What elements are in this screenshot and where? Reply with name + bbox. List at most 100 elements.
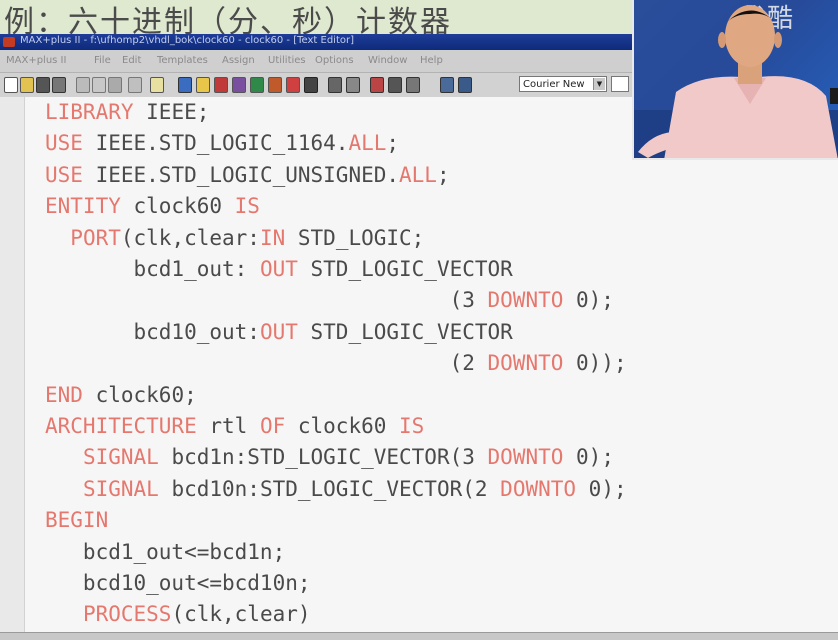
code-line-4: ENTITY clock60 IS — [45, 191, 260, 222]
help-icon[interactable] — [150, 77, 164, 93]
project-save-check-icon[interactable] — [370, 77, 384, 93]
code-line-8: bcd10_out:OUT STD_LOGIC_VECTOR — [45, 317, 513, 348]
code-keyword: END — [45, 382, 83, 407]
presenter-image — [634, 5, 838, 158]
code-text: clock60; — [82, 382, 197, 407]
code-text: (clk,clear: — [120, 225, 260, 250]
code-line-14: BEGIN — [45, 505, 108, 536]
menu-bar: MAX+plus II File Edit Templates Assign U… — [0, 50, 632, 73]
code-line-16: bcd10_out<=bcd10n; — [45, 568, 311, 599]
symbol-editor-icon[interactable] — [304, 77, 318, 93]
code-text: 0); — [563, 445, 614, 470]
code-text: STD_LOGIC; — [285, 225, 425, 250]
menu-max-plus[interactable]: MAX+plus II — [6, 55, 66, 66]
text-editor[interactable]: LIBRARY IEEE; USE IEEE.STD_LOGIC_1164. ALL… — [0, 97, 838, 639]
code-text: bcd1_out: — [45, 257, 260, 281]
project-save-simulate-icon[interactable] — [406, 77, 420, 93]
cut-icon[interactable] — [76, 77, 90, 93]
code-text: IEEE; — [133, 100, 210, 124]
project-set-icon[interactable] — [440, 77, 454, 93]
copy-icon[interactable] — [92, 77, 106, 93]
window-titlebar[interactable]: MAX+plus II - f:\ufhomp2\vhdl_bok\clock6… — [0, 34, 632, 50]
code-text: (2 — [45, 351, 488, 376]
graphic-editor-icon[interactable] — [286, 77, 300, 93]
floorplan-icon[interactable] — [268, 77, 282, 93]
code-keyword: DOWNTO — [487, 288, 564, 313]
hierarchy-icon[interactable] — [178, 77, 192, 93]
code-text: clock60 — [120, 194, 235, 219]
program-icon[interactable] — [250, 77, 264, 93]
code-line-15: bcd1_out<=bcd1n; — [45, 537, 285, 568]
code-keyword: ALL — [399, 162, 437, 187]
menu-file[interactable]: File — [94, 55, 111, 66]
code-text: bcd10n:STD_LOGIC_VECTOR(2 — [158, 476, 501, 501]
code-line-9: (2 DOWNTO 0)); — [45, 348, 627, 379]
code-keyword: IS — [399, 414, 425, 438]
code-line-7: (3 DOWNTO 0); — [45, 285, 614, 316]
menu-help[interactable]: Help — [420, 55, 443, 66]
editor-gutter — [0, 97, 25, 639]
menu-utilities[interactable]: Utilities — [268, 55, 306, 66]
project-save-compile-icon[interactable] — [388, 77, 402, 93]
code-keyword: ARCHITECTURE — [45, 414, 197, 438]
code-keyword: SIGNAL — [82, 445, 159, 470]
code-keyword: OF — [259, 414, 286, 438]
code-keyword: OUT — [259, 257, 298, 281]
code-keyword: SIGNAL — [82, 476, 159, 501]
waveform-editor-icon[interactable] — [346, 77, 360, 93]
webcam-overlay: 优酷 — [632, 0, 838, 160]
menu-assign[interactable]: Assign — [222, 55, 255, 66]
project-top-icon[interactable] — [458, 77, 472, 93]
code-text: IEEE.STD_LOGIC_1164. — [82, 131, 349, 156]
code-text: rtl — [196, 414, 260, 438]
font-name-select[interactable]: Courier New ▼ — [519, 76, 607, 92]
code-text: 0)); — [563, 351, 627, 376]
code-line-3: USE IEEE.STD_LOGIC_UNSIGNED.ALL; — [45, 160, 450, 191]
save-icon[interactable] — [36, 77, 50, 93]
open-file-icon[interactable] — [20, 77, 34, 93]
code-keyword: ENTITY — [45, 194, 121, 219]
code-text: (3 — [45, 288, 488, 313]
code-line-5: PORT(clk,clear:IN STD_LOGIC; — [45, 223, 424, 254]
code-text: STD_LOGIC_VECTOR — [297, 257, 513, 281]
code-line-1: LIBRARY IEEE; — [45, 97, 209, 128]
menu-window[interactable]: Window — [368, 55, 407, 66]
code-keyword: DOWNTO — [487, 445, 564, 470]
print-icon[interactable] — [52, 77, 66, 93]
timing-icon[interactable] — [232, 77, 246, 93]
code-text: bcd10_out: — [45, 319, 260, 344]
code-keyword: DOWNTO — [500, 476, 577, 501]
code-line-6: bcd1_out: OUT STD_LOGIC_VECTOR — [45, 254, 513, 285]
chevron-down-icon[interactable]: ▼ — [593, 78, 605, 90]
code-text: (clk,clear) — [171, 602, 311, 627]
compile-icon[interactable] — [196, 77, 210, 93]
menu-templates[interactable]: Templates — [157, 55, 208, 66]
code-keyword: LIBRARY — [45, 100, 134, 124]
code-keyword: DOWNTO — [487, 351, 564, 376]
code-keyword: USE — [45, 162, 83, 187]
simulate-icon[interactable] — [214, 77, 228, 93]
code-text: clock60 — [285, 414, 400, 438]
font-name-value: Courier New — [523, 79, 585, 90]
undo-icon[interactable] — [128, 77, 142, 93]
new-file-icon[interactable] — [4, 77, 18, 93]
text-editor-icon[interactable] — [328, 77, 342, 93]
code-keyword: USE — [45, 131, 83, 156]
code-keyword: PORT — [70, 225, 121, 250]
font-size-select[interactable] — [611, 76, 629, 92]
code-text: IEEE.STD_LOGIC_UNSIGNED. — [82, 162, 400, 187]
menu-edit[interactable]: Edit — [122, 55, 141, 66]
code-keyword: OUT — [259, 319, 298, 344]
app-icon[interactable] — [3, 37, 15, 47]
code-keyword: BEGIN — [45, 508, 109, 533]
code-line-12: SIGNAL bcd1n:STD_LOGIC_VECTOR(3 DOWNTO 0… — [45, 442, 614, 473]
paste-icon[interactable] — [108, 77, 122, 93]
code-text: bcd1_out<=bcd1n; — [45, 539, 286, 564]
menu-options[interactable]: Options — [315, 55, 354, 66]
slide-title: 例：六十进制（分、秒）计数器 — [4, 5, 452, 34]
code-text: 0); — [576, 476, 627, 501]
